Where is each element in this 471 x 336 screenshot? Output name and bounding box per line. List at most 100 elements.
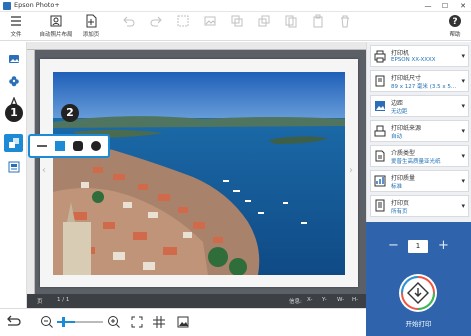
toolbar-tool-8[interactable] (309, 14, 327, 28)
copies-decrement-button[interactable]: − (388, 238, 399, 253)
setting-media-type-value: 爱普生高质量亚光纸 (391, 159, 441, 165)
toolbar-tool-4[interactable] (201, 14, 219, 28)
chevron-down-icon: ▾ (461, 77, 465, 85)
zoom-out-button[interactable] (40, 315, 54, 331)
circle-tool-icon[interactable] (90, 140, 102, 152)
setting-margins[interactable]: 边距 无边距 ▾ (370, 95, 469, 117)
image-frame-icon (204, 16, 216, 26)
info-label: 信息: (289, 299, 302, 305)
hamburger-icon (11, 16, 21, 26)
shapes-icon (8, 138, 19, 148)
sidebar-images-button[interactable] (4, 50, 23, 68)
start-print-label: 开始打印 (405, 320, 432, 328)
add-page-button[interactable]: 添加页 (80, 14, 102, 38)
chevron-down-icon: ▾ (461, 152, 465, 160)
zoom-slider-track[interactable] (57, 317, 103, 327)
image-view-button[interactable] (176, 315, 190, 331)
setting-paper-source[interactable]: 打印纸来源 自动 ▾ (370, 120, 469, 142)
help-icon: ? (449, 15, 461, 27)
canvas-status-bar: 页 1 / 1 信息: X- Y- W- H- (27, 294, 366, 308)
setting-printer[interactable]: 打印机 EPSON XX-XXXX ▾ (370, 45, 469, 67)
setting-paper-source-value: 自动 (391, 134, 403, 140)
setting-margins-value: 无边距 (391, 109, 408, 115)
minimize-button[interactable]: — (420, 0, 436, 12)
layers-icon (8, 161, 19, 173)
setting-media-type-label: 介质类型 (391, 150, 416, 157)
send-back-icon (258, 15, 270, 27)
setting-media-type[interactable]: 介质类型 爱普生高质量亚光纸 ▾ (370, 145, 469, 167)
paper-source-icon (374, 125, 386, 137)
info-h: H- (352, 297, 359, 303)
left-sidebar (0, 42, 27, 308)
toolbar-tool-3[interactable] (174, 14, 192, 28)
zoom-slider-fill (57, 321, 75, 323)
toolbar-tool-6[interactable] (255, 14, 273, 28)
info-y: Y- (322, 297, 327, 303)
window-title: Epson Photo+ (14, 1, 60, 9)
copies-increment-button[interactable]: + (438, 238, 449, 253)
return-icon (7, 315, 21, 326)
redo-icon (150, 16, 162, 27)
file-label: 文件 (10, 32, 22, 38)
sidebar-shapes-button[interactable] (4, 134, 23, 152)
copies-value[interactable]: 1 (408, 240, 428, 253)
info-w: W- (337, 297, 345, 303)
rounded-rect-tool-icon[interactable] (72, 140, 84, 152)
setting-print-quality-value: 标准 (391, 184, 403, 190)
crop-icon (177, 15, 189, 27)
toolbar-tool-1[interactable] (120, 14, 138, 28)
setting-paper-size[interactable]: 打印纸尺寸 89 x 127 毫米 (3.5 x 5... ▾ (370, 70, 469, 92)
shape-tool-palette (28, 134, 110, 158)
images-icon (8, 55, 19, 63)
printer-icon (374, 50, 386, 63)
page-value: 1 / 1 (57, 297, 70, 303)
setting-printer-value: EPSON XX-XXXX (391, 57, 436, 63)
grid-button[interactable] (152, 315, 166, 331)
callout-badge-2: 2 (61, 104, 79, 122)
fit-page-button[interactable] (130, 315, 144, 331)
print-start-icon (401, 276, 435, 310)
toolbar-tool-2[interactable] (147, 14, 165, 28)
flower-icon (8, 76, 19, 87)
setting-paper-size-value: 89 x 127 毫米 (3.5 x 5... (391, 84, 457, 90)
prev-page-arrow[interactable]: ‹ (42, 165, 46, 176)
next-page-arrow[interactable]: › (349, 165, 353, 176)
photo-image[interactable] (53, 72, 345, 275)
callout-badge-1: 1 (5, 104, 23, 122)
zoom-slider-thumb[interactable] (62, 317, 65, 327)
title-bar: Epson Photo+ — ☐ ✕ (0, 0, 471, 12)
help-button[interactable]: ? 帮助 (446, 14, 464, 38)
media-type-icon (375, 150, 385, 162)
grid-icon (153, 316, 165, 328)
toolbar-tool-9[interactable] (336, 14, 354, 28)
square-fill-tool-icon[interactable] (54, 140, 66, 152)
sidebar-layers-button[interactable] (4, 158, 23, 176)
setting-print-quality-label: 打印质量 (391, 175, 416, 182)
chevron-down-icon: ▾ (461, 177, 465, 185)
setting-print-quality[interactable]: 打印质量 标准 ▾ (370, 170, 469, 192)
borderless-icon (375, 101, 385, 111)
paper-size-icon (375, 75, 385, 87)
delete-icon (341, 15, 349, 28)
add-page-icon (86, 14, 97, 28)
zoom-out-icon (41, 316, 53, 328)
close-button[interactable]: ✕ (455, 0, 471, 12)
file-menu-button[interactable]: 文件 (6, 14, 26, 38)
copy-icon (285, 15, 297, 28)
print-quality-icon (374, 175, 386, 187)
start-print-button[interactable] (399, 274, 437, 312)
back-button[interactable] (4, 313, 22, 333)
toolbar-tool-5[interactable] (228, 14, 246, 28)
ruler-vertical (27, 50, 35, 294)
zoom-in-button[interactable] (107, 315, 121, 331)
add-page-label: 添加页 (82, 32, 100, 38)
setting-print-pages[interactable]: 打印页 所有页 ▾ (370, 195, 469, 217)
auto-layout-button[interactable]: 自动照片布局 (38, 14, 74, 38)
paste-icon (313, 14, 323, 28)
maximize-button[interactable]: ☐ (437, 0, 453, 12)
print-panel: − 1 + 开始打印 (366, 222, 471, 336)
line-tool-icon[interactable] (36, 140, 48, 152)
setting-print-pages-label: 打印页 (391, 200, 410, 207)
sidebar-stamps-button[interactable] (4, 72, 23, 90)
toolbar-tool-7[interactable] (282, 14, 300, 28)
